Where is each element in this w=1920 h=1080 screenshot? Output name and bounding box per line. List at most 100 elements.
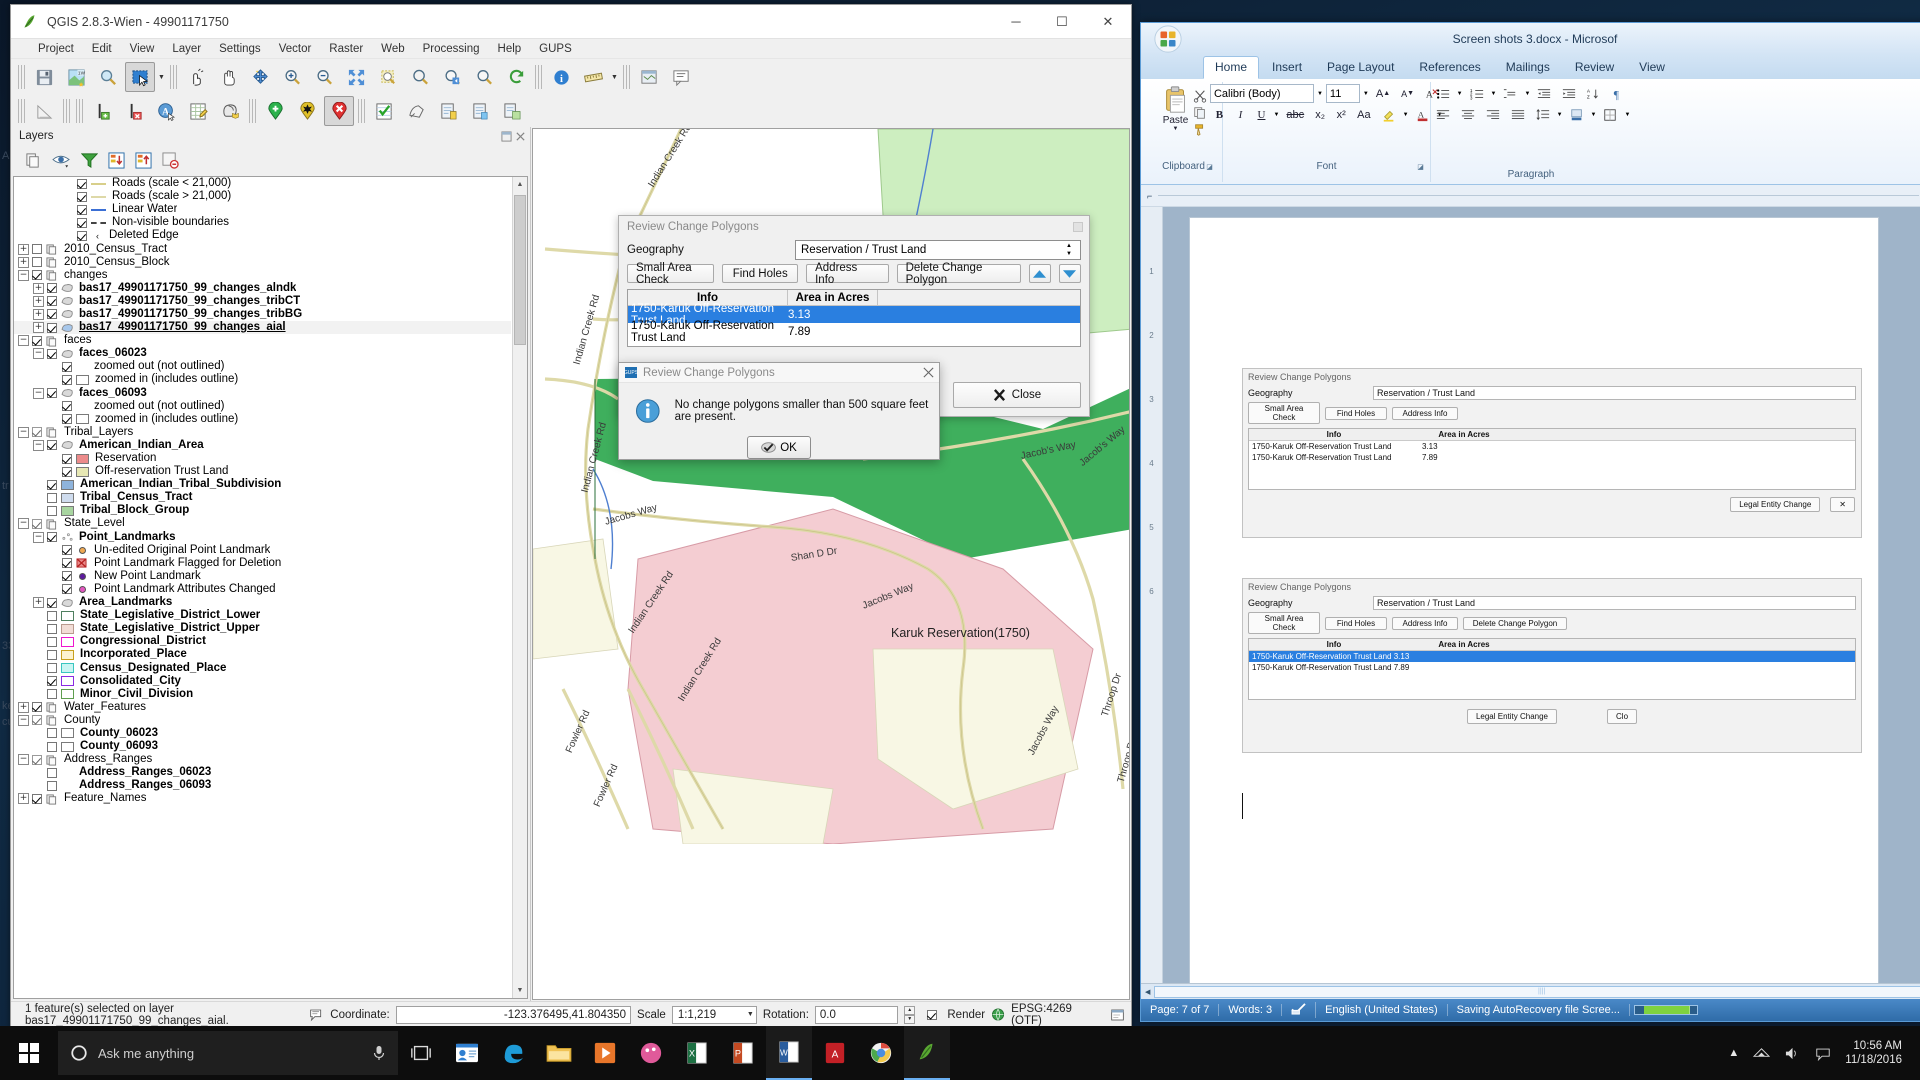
layer-tree-row[interactable]: Roads (scale > 21,000) xyxy=(14,190,511,203)
zoom-out-button[interactable] xyxy=(309,62,339,92)
collapse-node-icon[interactable]: − xyxy=(18,715,29,726)
zoom-next-button[interactable] xyxy=(469,62,499,92)
collapse-node-icon[interactable]: − xyxy=(33,440,44,451)
add-polygon-button[interactable] xyxy=(401,96,431,126)
paste-button[interactable]: Paste ▼ xyxy=(1161,85,1191,137)
merge-layers-button[interactable] xyxy=(497,96,527,126)
taskbar-acrobat-button[interactable]: A xyxy=(812,1026,858,1080)
layer-visibility-checkbox[interactable] xyxy=(47,323,57,333)
layer-visibility-checkbox[interactable] xyxy=(62,558,72,568)
crs-value[interactable]: EPSG:4269 (OTF) xyxy=(1011,1003,1100,1027)
layer-tree-row[interactable]: Reservation xyxy=(14,452,511,465)
expand-node-icon[interactable]: + xyxy=(33,296,44,307)
word-document-area[interactable]: 123456 Review Change Polygons Geography … xyxy=(1141,207,1920,983)
layer-tree-row[interactable]: −faces xyxy=(14,334,511,347)
layer-tree-row[interactable]: +bas17_49901171750_99_changes_alndk xyxy=(14,282,511,295)
layer-tree-row[interactable]: Non-visible boundaries xyxy=(14,216,511,229)
close-icon[interactable] xyxy=(922,366,935,379)
proofing-icon[interactable] xyxy=(1282,1002,1316,1018)
layer-tree-row[interactable]: zoomed out (not outlined) xyxy=(14,400,511,413)
change-case-button[interactable]: Aa xyxy=(1353,105,1374,124)
collapse-node-icon[interactable]: − xyxy=(18,335,29,346)
layer-tree-row[interactable]: zoomed in (includes outline) xyxy=(14,373,511,386)
collapse-node-icon[interactable]: − xyxy=(18,518,29,529)
paste-dropdown-icon[interactable]: ▼ xyxy=(1173,126,1179,132)
tab-review[interactable]: Review xyxy=(1563,56,1626,79)
tab-view[interactable]: View xyxy=(1627,56,1677,79)
multilevel-dropdown-icon[interactable]: ▼ xyxy=(1524,91,1530,97)
menu-settings[interactable]: Settings xyxy=(210,40,270,58)
layer-visibility-checkbox[interactable] xyxy=(77,192,87,202)
qgis-maximize-button[interactable]: ☐ xyxy=(1039,5,1085,38)
attribute-table-button[interactable] xyxy=(183,96,213,126)
nav-up-button[interactable] xyxy=(1029,264,1051,283)
scale-combo[interactable]: 1:1,219▼ xyxy=(672,1006,757,1024)
tab-selector-icon[interactable]: ⌐ xyxy=(1141,191,1158,201)
rotation-field[interactable]: 0.0 xyxy=(815,1006,898,1024)
layer-visibility-checkbox[interactable] xyxy=(32,270,42,280)
zoom-to-selection-button[interactable] xyxy=(373,62,403,92)
layer-visibility-checkbox[interactable] xyxy=(47,742,57,752)
format-painter-icon[interactable] xyxy=(1193,123,1207,137)
layer-visibility-checkbox[interactable] xyxy=(47,611,57,621)
layer-tree-row[interactable]: Point Landmark Flagged for Deletion xyxy=(14,557,511,570)
subscript-button[interactable]: x₂ xyxy=(1311,105,1329,124)
taskbar-qgis-button[interactable] xyxy=(904,1026,950,1080)
layer-visibility-checkbox[interactable] xyxy=(32,244,42,254)
nav-down-button[interactable] xyxy=(1059,264,1081,283)
zoom-to-layer-extent-button[interactable] xyxy=(405,62,435,92)
layer-tree-row[interactable]: County_06023 xyxy=(14,727,511,740)
layer-tree-row[interactable]: zoomed out (not outlined) xyxy=(14,360,511,373)
collapse-node-icon[interactable]: − xyxy=(18,754,29,765)
numbering-button[interactable]: 123 xyxy=(1466,84,1488,103)
layer-tree-row[interactable]: +bas17_49901171750_99_changes_tribCT xyxy=(14,295,511,308)
layer-visibility-checkbox[interactable] xyxy=(62,545,72,555)
expand-node-icon[interactable]: + xyxy=(33,322,44,333)
layer-tree-row[interactable]: Address_Ranges_06023 xyxy=(14,766,511,779)
show-hidden-icons-button[interactable]: ▲ xyxy=(1728,1047,1739,1059)
scroll-down-arrow-icon[interactable]: ▼ xyxy=(513,983,527,998)
layer-visibility-checkbox[interactable] xyxy=(47,440,57,450)
import-shapefile-button[interactable] xyxy=(433,96,463,126)
layer-tree-row[interactable]: +2010_Census_Block xyxy=(14,256,511,269)
zoom-full-button[interactable] xyxy=(341,62,371,92)
font-name-field[interactable]: Calibri (Body) xyxy=(1210,84,1314,103)
menu-edit[interactable]: Edit xyxy=(83,40,121,58)
copy-icon[interactable] xyxy=(1193,106,1207,120)
close-panel-icon[interactable] xyxy=(515,131,526,142)
bold-button[interactable]: B xyxy=(1210,105,1228,124)
superscript-button[interactable]: x² xyxy=(1332,105,1350,124)
search-box[interactable]: Ask me anything xyxy=(58,1031,398,1075)
zoom-in-button[interactable] xyxy=(277,62,307,92)
layer-tree-row[interactable]: −State_Level xyxy=(14,517,511,530)
expand-all-icon[interactable] xyxy=(108,152,125,169)
menu-gups[interactable]: GUPS xyxy=(530,40,581,58)
multilevel-list-button[interactable] xyxy=(1499,84,1521,103)
layer-tree-row[interactable]: Tribal_Block_Group xyxy=(14,504,511,517)
taskbar-powerpoint-button[interactable]: P xyxy=(720,1026,766,1080)
toolbar-grip[interactable] xyxy=(18,99,25,123)
collapse-all-icon[interactable] xyxy=(135,152,152,169)
expand-node-icon[interactable]: + xyxy=(18,257,29,268)
add-area-landmark-button[interactable]: A xyxy=(151,96,181,126)
borders-button[interactable] xyxy=(1599,105,1621,124)
pan-to-selection-button[interactable] xyxy=(245,62,275,92)
layer-visibility-checkbox[interactable] xyxy=(32,755,42,765)
measure-line-button[interactable] xyxy=(578,62,608,92)
layer-visibility-checkbox[interactable] xyxy=(62,571,72,581)
toolbar-grip[interactable] xyxy=(535,65,542,89)
message-box-dialog[interactable]: GUPS Review Change Polygons No change po… xyxy=(618,362,940,460)
layer-visibility-checkbox[interactable] xyxy=(47,349,57,359)
layer-visibility-checkbox[interactable] xyxy=(47,309,57,319)
collapse-node-icon[interactable]: − xyxy=(18,270,29,281)
table-row[interactable]: 1750-Karuk Off-Reservation Trust Land 7.… xyxy=(628,323,1080,340)
increase-indent-button[interactable] xyxy=(1558,84,1580,103)
dialog-resize-grip[interactable] xyxy=(1073,222,1083,232)
decrease-indent-button[interactable] xyxy=(1533,84,1555,103)
taskbar-excel-button[interactable]: X xyxy=(674,1026,720,1080)
collapse-node-icon[interactable]: − xyxy=(33,348,44,359)
show-marks-button[interactable]: ¶ xyxy=(1608,84,1630,103)
align-right-button[interactable] xyxy=(1482,105,1504,124)
layer-visibility-checkbox[interactable] xyxy=(32,702,42,712)
measure-dropdown-arrow-icon[interactable]: ▼ xyxy=(609,62,620,92)
